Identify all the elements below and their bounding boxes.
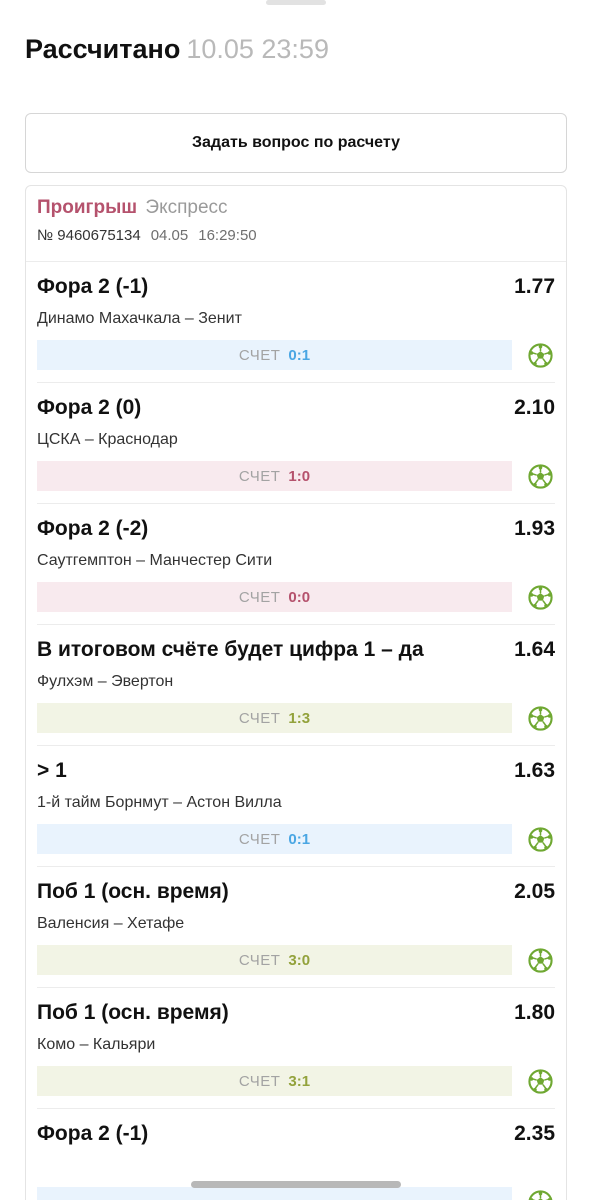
event-teams[interactable]: ЦСКА – Краснодар <box>37 431 178 449</box>
score-label: СЧЕТ <box>238 588 281 606</box>
football-icon <box>528 1190 553 1200</box>
bet-meta: № 9460675134 04.05 16:29:50 <box>37 227 555 244</box>
event-score-bar: СЧЕТ 1:3 <box>37 703 512 733</box>
football-icon <box>528 948 553 973</box>
bet-status: Проигрыш <box>37 197 138 218</box>
events-list: Фора 2 (-1) 1.77 Динамо Махачкала – Зени… <box>26 262 566 1200</box>
event-teams[interactable]: Саутгемптон – Манчестер Сити <box>37 552 272 570</box>
event-odd: 2.05 <box>514 880 555 903</box>
event-teams[interactable]: Комо – Кальяри <box>37 1036 155 1054</box>
home-indicator <box>190 1181 401 1188</box>
football-icon <box>528 1069 553 1094</box>
event-market: > 1 <box>37 759 67 782</box>
score-label: СЧЕТ <box>238 467 281 485</box>
event-teams[interactable]: Динамо Махачкала – Зенит <box>37 310 242 328</box>
sheet-grabber-top[interactable] <box>265 0 326 5</box>
bet-number[interactable]: № 9460675134 <box>37 227 141 244</box>
settled-date: 10.05 23:59 <box>186 34 329 64</box>
score-value: 0:1 <box>288 830 311 848</box>
event-market: Фора 2 (-1) <box>37 1122 149 1145</box>
score-label: СЧЕТ <box>238 709 281 727</box>
bet-card: Проигрыш Экспресс № 9460675134 04.05 16:29… <box>25 185 567 1200</box>
event-market: Фора 2 (0) <box>37 396 142 419</box>
score-value: 3:0 <box>288 951 311 969</box>
event-market: Фора 2 (-1) <box>37 275 149 298</box>
score-value: 0:1 <box>288 346 311 364</box>
score-label: СЧЕТ <box>238 951 281 969</box>
score-label: СЧЕТ <box>238 830 281 848</box>
event-row[interactable]: > 1 1.63 1-й тайм Борнмут – Астон Вилла … <box>37 746 555 867</box>
bet-status-line: Проигрыш Экспресс <box>37 197 555 219</box>
event-score-bar <box>37 1187 512 1200</box>
page-header: Рассчитано 10.05 23:59 <box>25 34 566 74</box>
score-value: 1:0 <box>288 467 311 485</box>
football-icon <box>528 827 553 852</box>
bet-time: 16:29:50 <box>198 227 257 244</box>
event-teams[interactable]: 1-й тайм Борнмут – Астон Вилла <box>37 794 282 812</box>
score-label: СЧЕТ <box>238 1072 281 1090</box>
event-row[interactable]: Поб 1 (осн. время) 2.05 Валенсия – Хетаф… <box>37 867 555 988</box>
football-icon <box>528 464 553 489</box>
score-label: СЧЕТ <box>238 346 281 364</box>
score-value: 0:0 <box>288 588 311 606</box>
event-odd: 1.77 <box>514 275 555 298</box>
event-odd: 1.63 <box>514 759 555 782</box>
ask-question-button[interactable]: Задать вопрос по расчету <box>25 113 567 173</box>
event-odd: 2.10 <box>514 396 555 419</box>
bet-type: Экспресс <box>145 197 228 218</box>
event-row[interactable]: Фора 2 (-1) 1.77 Динамо Махачкала – Зени… <box>37 262 555 383</box>
event-odd: 2.35 <box>514 1122 555 1145</box>
event-row[interactable]: Фора 2 (0) 2.10 ЦСКА – Краснодар СЧЕТ 1:… <box>37 383 555 504</box>
event-teams[interactable]: Фулхэм – Эвертон <box>37 673 173 691</box>
event-score-bar: СЧЕТ 0:1 <box>37 340 512 370</box>
event-market: Фора 2 (-2) <box>37 517 149 540</box>
event-market: Поб 1 (осн. время) <box>37 1001 229 1024</box>
event-odd: 1.93 <box>514 517 555 540</box>
event-row[interactable]: В итоговом счёте будет цифра 1 – да 1.64… <box>37 625 555 746</box>
page-title: Рассчитано <box>25 34 181 64</box>
event-score-bar: СЧЕТ 3:0 <box>37 945 512 975</box>
event-row[interactable]: Поб 1 (осн. время) 1.80 Комо – Кальяри С… <box>37 988 555 1109</box>
football-icon <box>528 706 553 731</box>
bet-date: 04.05 <box>150 227 189 244</box>
football-icon <box>528 343 553 368</box>
event-score-bar: СЧЕТ 3:1 <box>37 1066 512 1096</box>
event-market: Поб 1 (осн. время) <box>37 880 229 903</box>
event-market: В итоговом счёте будет цифра 1 – да <box>37 638 424 661</box>
event-row[interactable]: Фора 2 (-2) 1.93 Саутгемптон – Манчестер… <box>37 504 555 625</box>
score-value: 3:1 <box>288 1072 311 1090</box>
event-odd: 1.64 <box>514 638 555 661</box>
football-icon <box>528 585 553 610</box>
event-score-bar: СЧЕТ 0:1 <box>37 824 512 854</box>
score-value: 1:3 <box>288 709 311 727</box>
bet-header: Проигрыш Экспресс № 9460675134 04.05 16:29… <box>26 186 566 262</box>
event-teams[interactable]: Валенсия – Хетафе <box>37 915 184 933</box>
event-score-bar: СЧЕТ 0:0 <box>37 582 512 612</box>
event-score-bar: СЧЕТ 1:0 <box>37 461 512 491</box>
event-odd: 1.80 <box>514 1001 555 1024</box>
